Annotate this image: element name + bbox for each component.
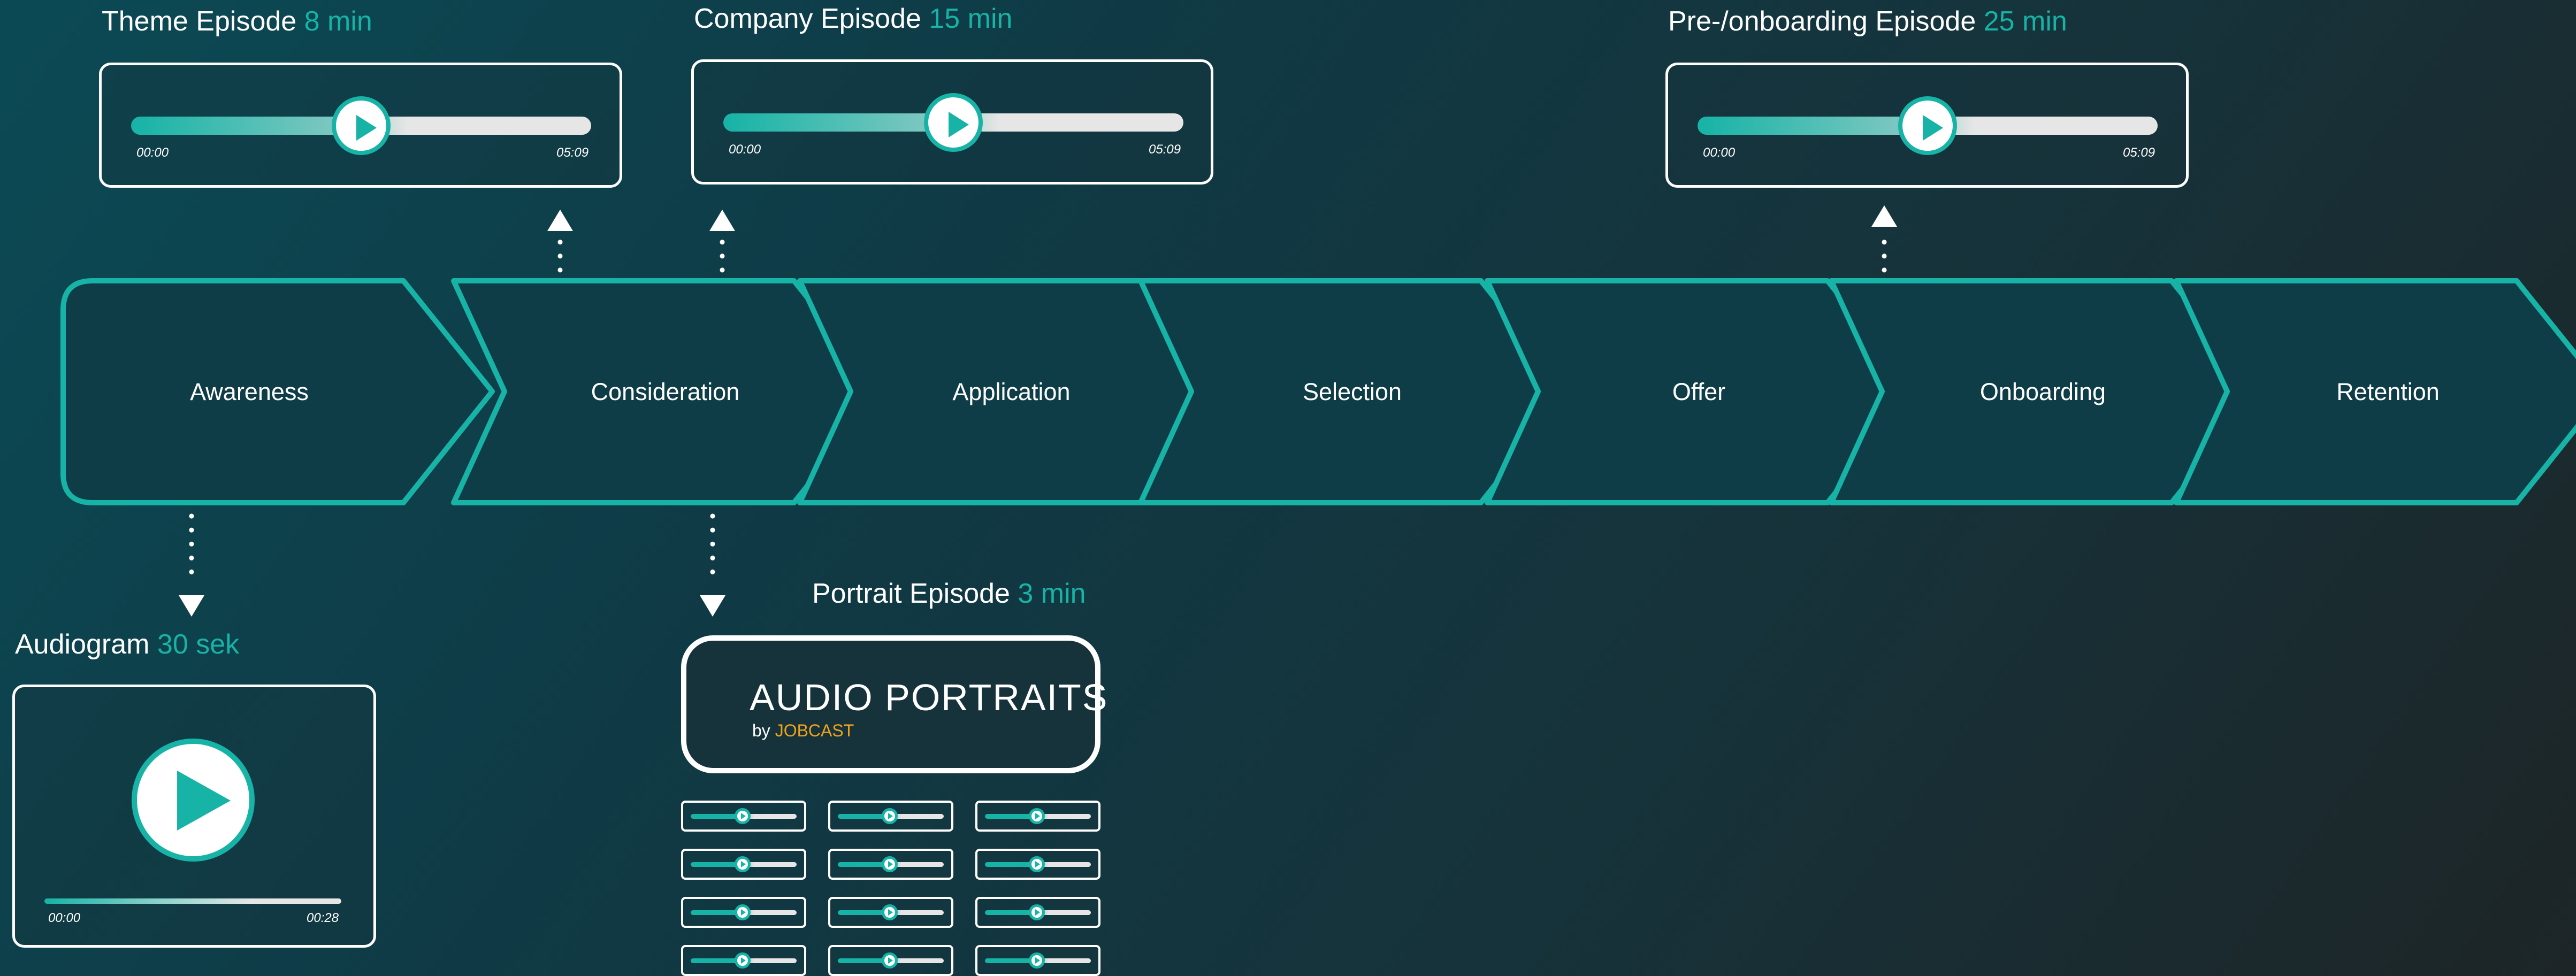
theme-time-end: 05:09 [556, 145, 589, 160]
play-icon[interactable] [1029, 952, 1045, 969]
audiogram-duration: 30 sek [157, 629, 240, 660]
arrowhead-up-company [709, 210, 735, 231]
portrait-mini-player[interactable] [975, 897, 1100, 928]
play-icon[interactable] [1029, 904, 1045, 920]
audiogram-time-start: 00:00 [48, 911, 81, 925]
audio-portraits-card[interactable]: AUDIO PORTRAITS by JOBCAST [681, 635, 1107, 773]
arrowhead-down-audiogram [179, 595, 204, 617]
play-icon[interactable] [1898, 96, 1957, 155]
portrait-episode-duration: 3 min [1018, 578, 1086, 609]
play-icon[interactable] [735, 808, 751, 824]
portrait-mini-player[interactable] [681, 801, 806, 832]
onboarding-episode-player[interactable]: 00:00 05:09 [1665, 63, 2189, 188]
arrowhead-down-portrait [700, 595, 725, 617]
portrait-mini-player[interactable] [975, 945, 1100, 976]
byline-by: by [752, 721, 770, 740]
play-icon[interactable] [332, 96, 391, 155]
play-icon[interactable] [882, 808, 898, 824]
stage-label-awareness: Awareness [190, 378, 309, 405]
portrait-episode-title: Portrait Episode 3 min [812, 578, 1086, 610]
portrait-episode-name: Portrait Episode [812, 578, 1010, 609]
play-icon[interactable] [735, 952, 751, 969]
stage-label-onboarding: Onboarding [1980, 378, 2106, 405]
portrait-mini-player[interactable] [975, 849, 1100, 880]
play-icon[interactable] [882, 904, 898, 920]
company-episode-name: Company Episode [694, 3, 921, 34]
play-icon[interactable] [735, 856, 751, 872]
company-episode-title: Company Episode 15 min [694, 3, 1012, 35]
arrowhead-up-theme [547, 210, 573, 231]
audiogram-title: Audiogram 30 sek [15, 628, 239, 660]
play-triangle [177, 771, 231, 831]
jobcast-brand: JOBCAST [775, 721, 854, 740]
portrait-mini-player[interactable] [828, 897, 953, 928]
play-icon[interactable] [132, 739, 255, 862]
onboarding-episode-name: Pre-/onboarding Episode [1668, 6, 1976, 37]
portrait-mini-player[interactable] [828, 945, 953, 976]
stage-label-offer: Offer [1672, 378, 1725, 405]
onboarding-episode-duration: 25 min [1983, 6, 2067, 37]
stage-label-consideration: Consideration [591, 378, 740, 405]
audiogram-time-end: 00:28 [307, 911, 339, 925]
portrait-mini-player[interactable] [681, 945, 806, 976]
portrait-mini-player[interactable] [828, 801, 953, 832]
play-icon[interactable] [924, 93, 983, 152]
audiogram-name: Audiogram [15, 629, 150, 660]
portrait-mini-player[interactable] [681, 849, 806, 880]
stage-label-selection: Selection [1303, 378, 1402, 405]
audiogram-player[interactable]: 00:00 00:28 [12, 685, 376, 948]
audiogram-progress-bar[interactable] [44, 898, 341, 904]
stage-label-application: Application [952, 378, 1070, 405]
company-time-start: 00:00 [729, 142, 761, 157]
company-episode-duration: 15 min [929, 3, 1013, 34]
theme-episode-duration: 8 min [304, 6, 372, 37]
arrowhead-up-onboarding [1871, 205, 1897, 227]
audio-portraits-title: AUDIO PORTRAITS [750, 677, 1109, 718]
onboarding-time-end: 05:09 [2123, 145, 2155, 160]
portrait-mini-player[interactable] [828, 849, 953, 880]
play-icon[interactable] [735, 904, 751, 920]
theme-episode-player[interactable]: 00:00 05:09 [99, 63, 622, 188]
portrait-mini-player[interactable] [975, 801, 1100, 832]
stage-label-retention: Retention [2336, 378, 2440, 405]
play-icon[interactable] [1029, 808, 1045, 824]
play-icon[interactable] [882, 856, 898, 872]
audio-portraits-byline: by JOBCAST [752, 721, 854, 741]
onboarding-time-start: 00:00 [1703, 145, 1736, 160]
play-icon[interactable] [1029, 856, 1045, 872]
company-time-end: 05:09 [1149, 142, 1181, 157]
play-icon[interactable] [882, 952, 898, 969]
onboarding-episode-title: Pre-/onboarding Episode 25 min [1668, 5, 2067, 37]
theme-episode-title: Theme Episode 8 min [102, 5, 372, 37]
portrait-mini-player[interactable] [681, 897, 806, 928]
theme-episode-name: Theme Episode [102, 6, 297, 37]
theme-time-start: 00:00 [136, 145, 169, 160]
company-episode-player[interactable]: 00:00 05:09 [691, 59, 1213, 185]
